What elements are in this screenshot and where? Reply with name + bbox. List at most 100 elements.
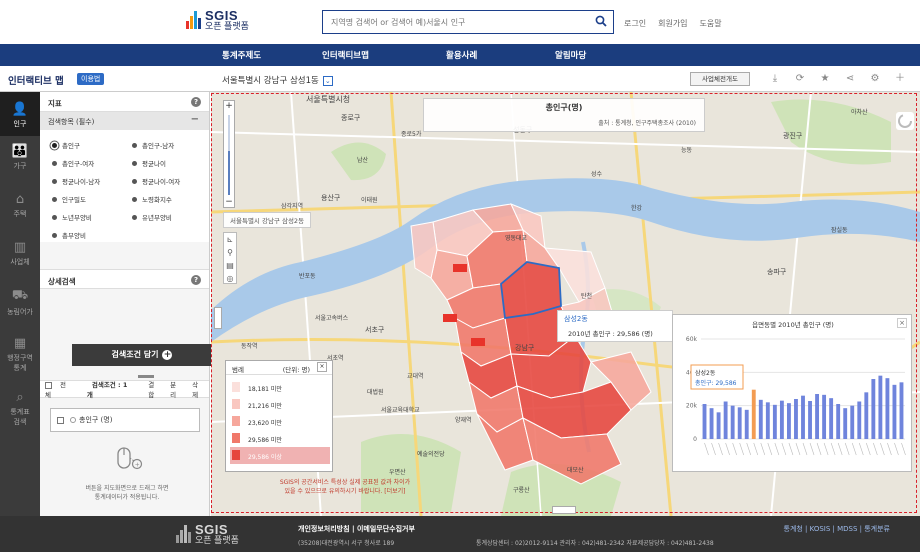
footer-partner-links[interactable]: 통계청 | KOSIS | MDSS | 통계분류 (784, 524, 891, 534)
sidebar-item-housing[interactable]: ⌂ 주택 (0, 192, 40, 219)
chart-bar[interactable] (730, 405, 735, 439)
chart-bar[interactable] (829, 398, 834, 439)
pin-icon[interactable]: ⚲ (224, 246, 236, 259)
signup-link[interactable]: 회원가입 (658, 18, 687, 29)
refresh-icon[interactable]: ⟳ (793, 72, 807, 86)
tab-split[interactable]: 분리 (165, 379, 187, 399)
legend-item[interactable]: 18,181 미만 (230, 379, 330, 396)
option-total-pop-male[interactable]: 총인구-남자 (132, 140, 174, 150)
legend-item[interactable]: 21,216 미만 (230, 396, 330, 413)
measure-icon[interactable]: ⊾ (224, 233, 236, 246)
chart-bar[interactable] (822, 394, 827, 439)
chart-bar[interactable] (794, 399, 798, 439)
sidebar-item-population[interactable]: 👤 인구 (0, 92, 40, 136)
chart-bar[interactable] (737, 407, 742, 439)
zoom-out-button[interactable]: − (224, 197, 234, 207)
sidebar-item-admin-stats[interactable]: ▦ 행정구역 통계 (0, 336, 40, 373)
star-icon[interactable]: ★ (818, 72, 832, 86)
select-all-checkbox[interactable]: 전체 (40, 379, 82, 399)
help-link[interactable]: 도움말 (700, 18, 722, 29)
chart-bar[interactable] (857, 401, 862, 440)
chart-bar[interactable] (772, 404, 777, 439)
collapse-icon[interactable]: − (191, 114, 199, 125)
chart-bar[interactable] (801, 395, 805, 439)
bottom-collapse-handle[interactable] (552, 506, 576, 514)
add-condition-button[interactable]: 검색조건 담기 + (72, 344, 212, 366)
chart-bar[interactable] (864, 392, 869, 439)
chart-bar[interactable] (709, 408, 714, 439)
location-selector[interactable]: 서울특별시 강남구 삼성1동 ⌄ (222, 74, 333, 86)
chart-bar[interactable] (808, 401, 812, 439)
option-avg-age[interactable]: 평균나이 (132, 158, 166, 168)
chart-bar[interactable] (786, 403, 791, 439)
bar-chart[interactable]: 60k40k20k0삼성2동총인구: 29,586 (673, 315, 913, 473)
chart-bar[interactable] (885, 378, 890, 439)
chart-bar[interactable] (702, 404, 707, 439)
search-icon[interactable] (595, 15, 607, 27)
option-total-dependency[interactable]: 총부양비 (52, 230, 86, 240)
chart-bar[interactable] (723, 401, 728, 440)
nav-theme-map[interactable]: 통계주제도 (222, 49, 261, 61)
legend-toggle-icon[interactable]: × (317, 362, 327, 372)
nav-use-cases[interactable]: 활용사례 (446, 49, 477, 61)
help-icon[interactable]: ? (191, 97, 201, 107)
search-input[interactable] (323, 11, 583, 33)
option-avg-age-female[interactable]: 평균나이-여자 (132, 176, 180, 186)
chart-bar[interactable] (892, 384, 897, 439)
option-aging-index[interactable]: 노령화지수 (132, 194, 172, 204)
login-link[interactable]: 로그인 (624, 18, 646, 29)
usage-badge[interactable]: 이용법 (77, 73, 105, 85)
gear-icon[interactable]: ⚙ (868, 72, 882, 86)
resize-grip[interactable] (138, 375, 154, 378)
chart-bar[interactable] (871, 379, 876, 439)
chart-bar[interactable] (779, 400, 784, 439)
option-total-pop[interactable]: 총인구 (52, 140, 80, 150)
option-density[interactable]: 인구밀도 (52, 194, 86, 204)
option-total-pop-female[interactable]: 총인구-여자 (52, 158, 94, 168)
condition-checkbox[interactable] (57, 416, 64, 424)
plus-icon[interactable]: ＋ (893, 72, 907, 86)
download-icon[interactable]: ⤓ (768, 72, 782, 86)
option-young-dependency[interactable]: 유년부양비 (132, 212, 172, 222)
nav-interactive-map[interactable]: 인터랙티브맵 (322, 49, 369, 61)
share-icon[interactable]: ⋖ (843, 72, 857, 86)
locate-icon[interactable]: ◎ (224, 272, 236, 285)
zoom-in-button[interactable]: + (224, 101, 234, 111)
x-tick-mark (880, 442, 885, 456)
chart-bar[interactable] (836, 404, 841, 439)
chart-bar[interactable] (815, 394, 820, 439)
sidebar-item-business[interactable]: ▥ 사업체 (0, 240, 40, 267)
legend-item[interactable]: 23,620 미만 (230, 413, 330, 430)
chart-bar[interactable] (758, 399, 763, 439)
sgis-logo[interactable]: SGIS 오픈 플랫폼 (186, 9, 249, 31)
chart-bar[interactable] (878, 375, 883, 439)
required-header[interactable]: 검색항목 (필수) − (40, 112, 209, 130)
tab-delete[interactable]: 삭제 (187, 379, 209, 399)
chart-bar[interactable] (765, 402, 770, 439)
chart-bar[interactable] (899, 382, 904, 439)
option-avg-age-male[interactable]: 평균나이-남자 (52, 176, 100, 186)
chart-bar[interactable] (751, 389, 756, 439)
chart-bar[interactable] (850, 405, 855, 439)
help-icon[interactable]: ? (191, 275, 201, 285)
legend-item[interactable]: 29,586 이상 (230, 447, 330, 464)
chart-bar[interactable] (716, 412, 721, 439)
footer-links[interactable]: 개인정보처리방침 | 이메일무단수집거부 (298, 524, 415, 534)
condition-item[interactable]: 총인구 (명) (50, 408, 200, 432)
layer-icon[interactable]: ▤ (224, 259, 236, 272)
map-area[interactable]: 서울특별시청종로구종로5가남산용산구삼각지역이태원성동구성수광진구능동아차산송파… (211, 92, 920, 516)
tab-conditions[interactable]: 검색조건 : 1개 (82, 379, 143, 399)
biz-map-button[interactable]: 사업체전개도 (690, 72, 750, 86)
tab-combine[interactable]: 결합 (143, 379, 165, 399)
panel-collapse-handle[interactable] (214, 307, 222, 329)
nav-notices[interactable]: 알림마당 (555, 49, 586, 61)
chevron-down-icon[interactable]: ⌄ (322, 75, 333, 86)
option-old-dependency[interactable]: 노년부양비 (52, 212, 92, 222)
sidebar-item-farm[interactable]: ⛟ 농림어가 (0, 288, 40, 317)
sidebar-item-table-search[interactable]: ⌕ 통계표 검색 (0, 390, 40, 427)
sidebar-item-household[interactable]: 👪 가구 (0, 144, 40, 171)
chart-bar[interactable] (744, 409, 749, 439)
legend-item[interactable]: 29,586 미만 (230, 430, 330, 447)
detail-search-header[interactable]: 상세검색? (40, 269, 209, 289)
chart-bar[interactable] (843, 408, 848, 439)
